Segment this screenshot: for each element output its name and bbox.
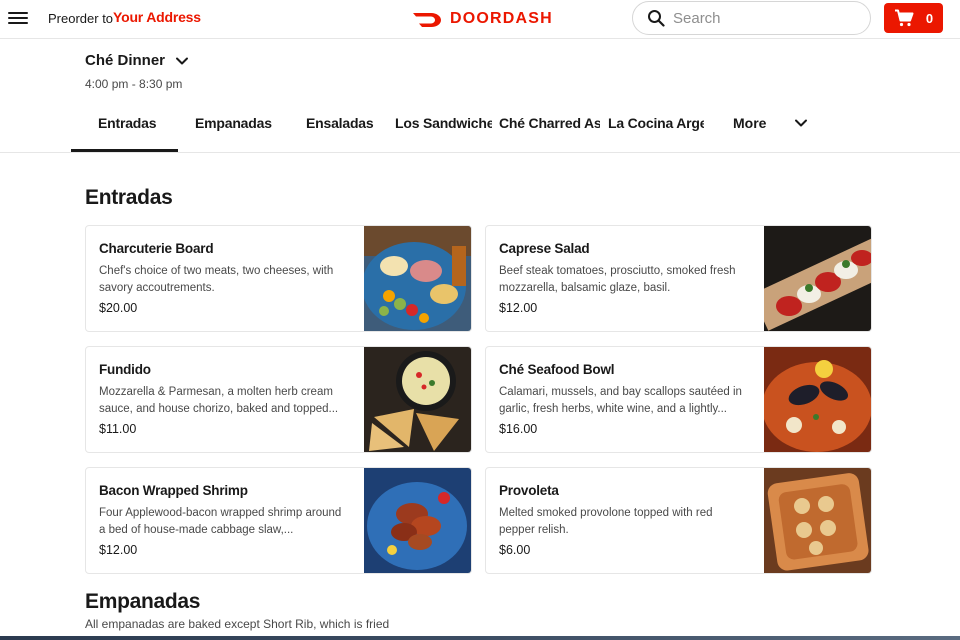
item-price: $12.00 <box>99 543 138 557</box>
menu-selector[interactable]: Ché Dinner <box>85 52 189 69</box>
item-name: Bacon Wrapped Shrimp <box>99 483 248 498</box>
hamburger-menu-icon[interactable] <box>8 9 28 29</box>
section-title-empanadas: Empanadas <box>85 590 201 613</box>
item-photo <box>764 347 871 452</box>
active-tab-indicator <box>71 149 178 152</box>
item-name: Ché Seafood Bowl <box>499 362 615 377</box>
tab-empanadas[interactable]: Empanadas <box>195 115 275 131</box>
top-header: Preorder to Your Address DOORDASH 0 <box>0 0 960 39</box>
item-name: Caprese Salad <box>499 241 590 256</box>
search-box[interactable] <box>632 1 871 35</box>
item-photo <box>364 468 471 573</box>
section-title-entradas: Entradas <box>85 186 173 209</box>
item-price: $6.00 <box>499 543 531 557</box>
bottom-image-edge <box>0 636 960 640</box>
tab-entradas[interactable]: Entradas <box>98 115 158 131</box>
cart-button[interactable]: 0 <box>884 3 943 33</box>
item-name: Provoleta <box>499 483 559 498</box>
item-description: Calamari, mussels, and bay scallops saut… <box>499 386 742 415</box>
menu-item-card[interactable]: Provoleta Melted smoked provolone topped… <box>485 467 872 574</box>
item-price: $20.00 <box>99 301 138 315</box>
item-description: Four Applewood-bacon wrapped shrimp arou… <box>99 507 342 536</box>
tab-ensaladas[interactable]: Ensaladas <box>306 115 376 131</box>
item-photo <box>764 468 871 573</box>
preorder-label: Preorder to <box>48 11 114 26</box>
item-description: Melted smoked provolone topped with red … <box>499 507 713 536</box>
menu-item-card[interactable]: Ché Seafood Bowl Calamari, mussels, and … <box>485 346 872 453</box>
doordash-logo-icon <box>413 13 441 27</box>
tab-che-charred-asado[interactable]: Ché Charred Asado <box>499 115 600 131</box>
menu-item-card[interactable]: Caprese Salad Beef steak tomatoes, prosc… <box>485 225 872 332</box>
item-price: $16.00 <box>499 422 538 436</box>
address-link[interactable]: Your Address <box>113 9 201 25</box>
menu-item-card[interactable]: Fundido Mozzarella & Parmesan, a molten … <box>85 346 472 453</box>
item-name: Fundido <box>99 362 151 377</box>
item-name: Charcuterie Board <box>99 241 214 256</box>
item-description: Mozzarella & Parmesan, a molten herb cre… <box>99 386 339 415</box>
tab-los-sandwiches[interactable]: Los Sandwiches <box>395 115 492 131</box>
search-input[interactable] <box>673 9 853 27</box>
tab-more[interactable]: More <box>733 115 808 131</box>
item-price: $12.00 <box>499 301 538 315</box>
cart-icon <box>894 9 914 27</box>
item-photo <box>764 226 871 331</box>
chevron-down-icon <box>795 119 808 127</box>
menu-name: Ché Dinner <box>85 52 166 69</box>
item-description: Beef steak tomatoes, prosciutto, smoked … <box>499 265 736 294</box>
menu-item-card[interactable]: Bacon Wrapped Shrimp Four Applewood-baco… <box>85 467 472 574</box>
doordash-logo[interactable]: DOORDASH <box>412 9 553 29</box>
tab-la-cocina-argentina[interactable]: La Cocina Argentina <box>608 115 704 131</box>
item-description: Chef's choice of two meats, two cheeses,… <box>99 265 334 294</box>
cart-count: 0 <box>925 10 934 26</box>
menu-item-card[interactable]: Charcuterie Board Chef's choice of two m… <box>85 225 472 332</box>
logo-text: DOORDASH <box>450 10 553 27</box>
item-price: $11.00 <box>99 422 137 436</box>
menu-hours: 4:00 pm - 8:30 pm <box>85 77 183 91</box>
item-photo <box>364 226 471 331</box>
item-photo <box>364 347 471 452</box>
more-label: More <box>733 115 767 131</box>
section-subtitle: All empanadas are baked except Short Rib… <box>85 617 390 631</box>
search-icon <box>648 10 665 27</box>
chevron-down-icon <box>176 57 189 64</box>
category-tabs: Entradas Empanadas Ensaladas Los Sandwic… <box>0 100 960 153</box>
